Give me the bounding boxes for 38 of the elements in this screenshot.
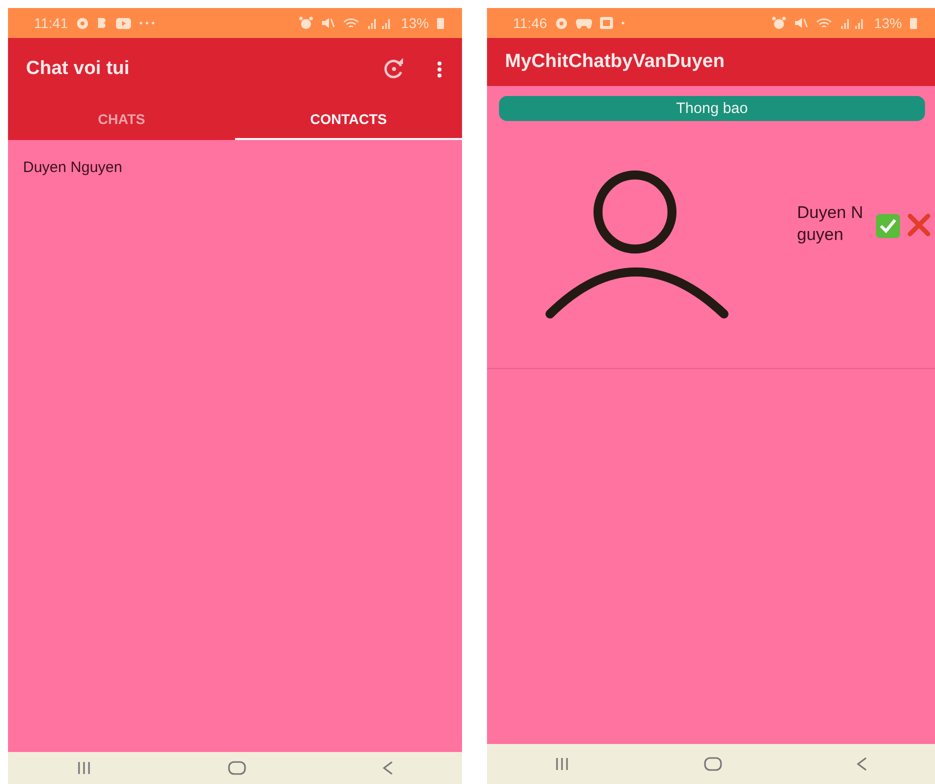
wifi-icon: [342, 16, 359, 30]
status-time: 11:46: [513, 15, 547, 31]
video-icon: [116, 18, 131, 28]
home-icon[interactable]: [704, 757, 722, 771]
battery-icon: [910, 17, 917, 29]
alarm-icon: [772, 16, 786, 30]
more-options-icon[interactable]: [437, 60, 442, 78]
settings-icon: [76, 16, 89, 30]
battery-icon: [437, 17, 444, 29]
person-icon: [545, 170, 729, 320]
wifi-icon: [816, 16, 832, 30]
home-icon[interactable]: [228, 761, 246, 775]
more-notifications-icon: [139, 21, 155, 25]
battery-percent: 13%: [874, 15, 902, 31]
tab[interactable]: CHATS: [8, 100, 235, 140]
recent-apps-icon[interactable]: [554, 757, 570, 771]
gamepad-icon: [576, 18, 592, 28]
refresh-icon[interactable]: [383, 58, 405, 80]
alarm-icon: [298, 16, 313, 30]
accept-icon[interactable]: [874, 212, 901, 238]
battery-percent: 13%: [400, 15, 429, 31]
notification-button[interactable]: Thong bao: [499, 96, 925, 121]
app-title: Chat voi tui: [26, 58, 130, 80]
status-time: 11:41: [34, 15, 68, 31]
app-title: MyChitChatbyVanDuyen: [505, 51, 725, 73]
back-icon[interactable]: [856, 757, 868, 771]
recent-apps-icon[interactable]: [76, 761, 92, 775]
b-app-icon: [97, 17, 108, 29]
mute-icon: [794, 16, 808, 30]
settings-icon: [555, 16, 568, 30]
contact-name: Duyen Nguyen: [797, 202, 864, 245]
mute-icon: [320, 16, 335, 30]
contact-item[interactable]: Duyen Nguyen: [8, 140, 462, 195]
back-icon[interactable]: [382, 761, 394, 775]
notification-dot-icon: [621, 21, 625, 25]
signal-icon: [366, 17, 393, 29]
image-icon: [600, 17, 613, 29]
signal-icon: [840, 17, 866, 29]
